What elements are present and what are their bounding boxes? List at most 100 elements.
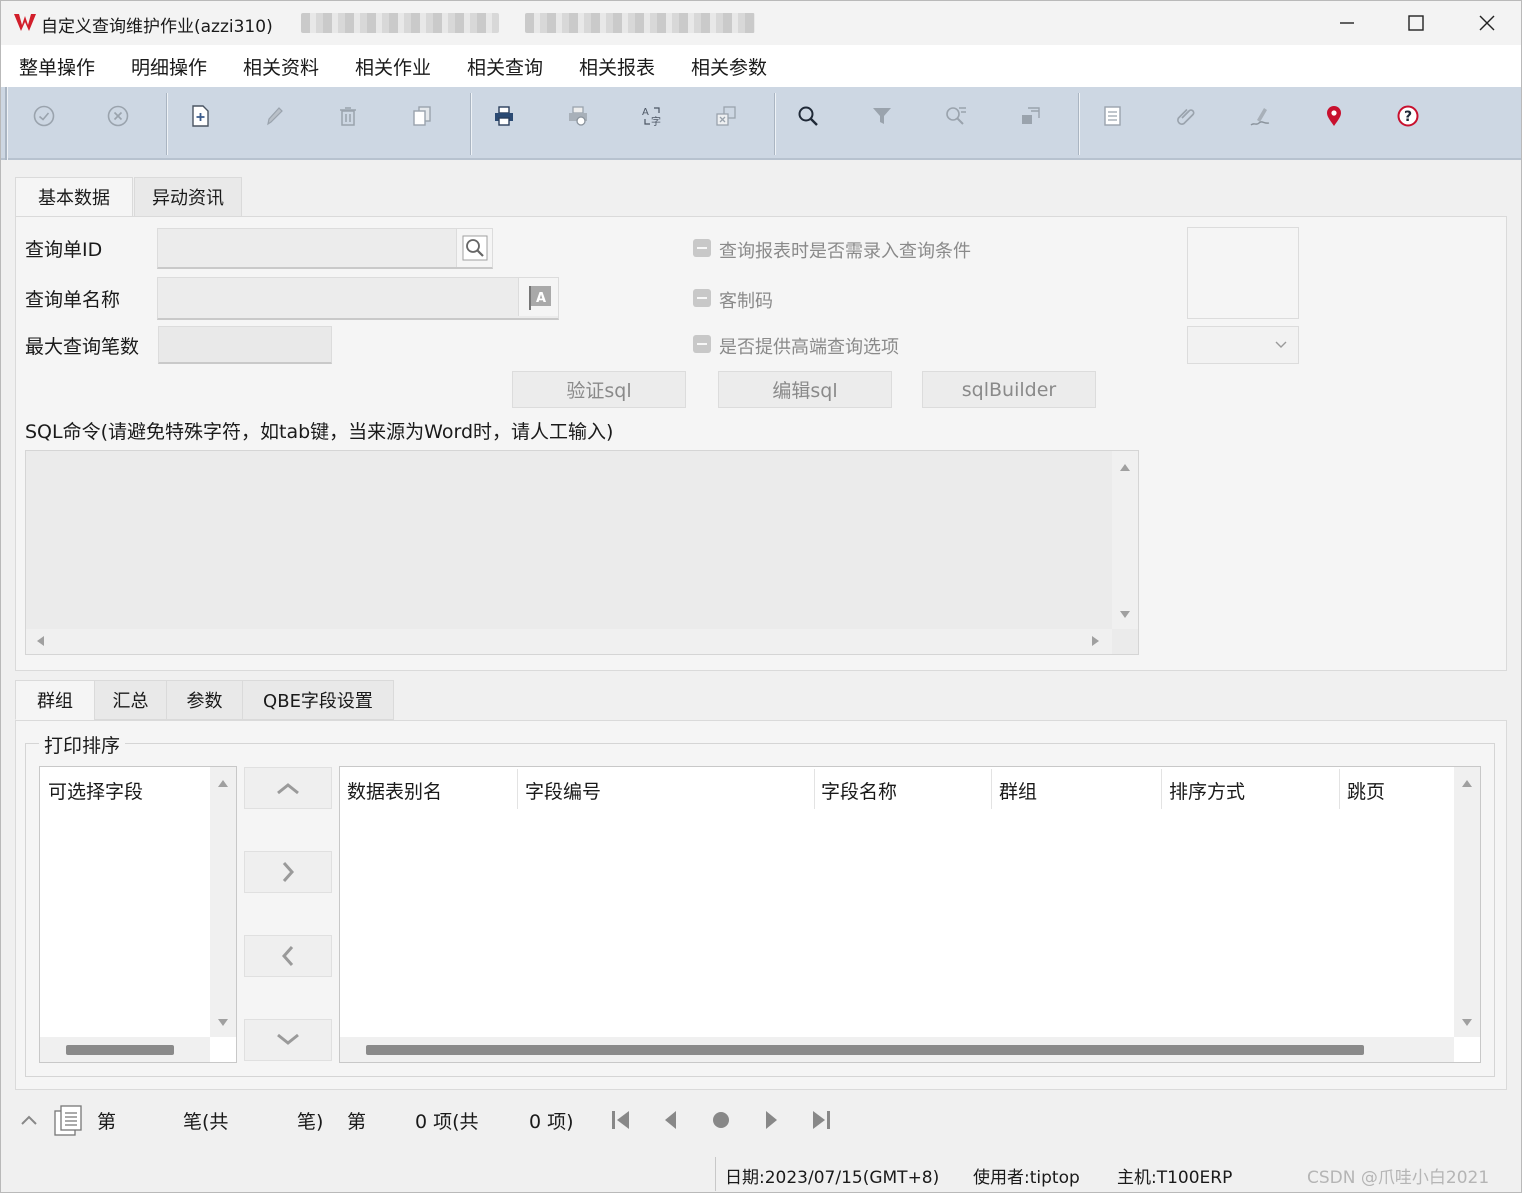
query-id-lookup-button[interactable] [456,229,492,267]
record-list-icon[interactable] [53,1105,83,1137]
delete-icon[interactable] [333,101,363,131]
scroll-up-icon[interactable] [218,779,228,787]
print-preview-icon[interactable] [563,101,593,131]
location-pin-icon[interactable] [1319,101,1349,131]
column-divider [1161,769,1162,809]
chevron-down-icon [1275,341,1287,348]
cancel-icon[interactable] [103,101,133,131]
tab-basic-data[interactable]: 基本数据 [15,177,133,217]
col-field-name[interactable]: 字段名称 [821,777,897,804]
sql-builder-button[interactable]: sqlBuilder [922,371,1096,408]
remove-field-button[interactable] [244,935,332,977]
chk-custom-code-label[interactable]: 客制码 [719,287,773,313]
new-doc-icon[interactable] [185,101,215,131]
chk-advanced-options-box[interactable] [693,335,711,353]
clear-query-icon[interactable] [1015,101,1045,131]
col-table-alias[interactable]: 数据表别名 [347,777,442,804]
available-vertical-scrollbar[interactable] [210,767,236,1037]
menu-related-reports[interactable]: 相关报表 [579,53,655,80]
max-rows-field[interactable] [158,326,332,364]
scroll-thumb[interactable] [366,1045,1364,1055]
edit-sql-button[interactable]: 编辑sql [718,371,892,408]
menu-related-queries[interactable]: 相关查询 [467,53,543,80]
menu-detail-ops[interactable]: 明细操作 [131,53,207,80]
available-fields-list[interactable]: 可选择字段 [39,766,237,1063]
chk-custom-code-box[interactable] [693,289,711,307]
add-field-button[interactable] [244,851,332,893]
close-button[interactable] [1467,9,1507,37]
column-divider [1339,769,1340,809]
tab-parameters[interactable]: 参数 [166,680,243,720]
menu-whole-order[interactable]: 整单操作 [19,53,95,80]
nav-record-prefix: 第 [97,1111,117,1133]
translate-icon[interactable]: A字 [637,101,667,131]
selected-fields-grid[interactable] [339,766,1481,1063]
col-field-code[interactable]: 字段编号 [525,777,601,804]
column-divider [991,769,992,809]
search-icon[interactable] [793,101,823,131]
scroll-down-icon[interactable] [1120,611,1130,619]
col-sort-order[interactable]: 排序方式 [1169,777,1245,804]
toolbar-grip [5,87,8,160]
notes-icon[interactable] [1097,101,1127,131]
menu-related-data[interactable]: 相关资料 [243,53,319,80]
confirm-icon[interactable] [29,101,59,131]
prev-record-icon[interactable] [659,1107,683,1133]
chk-advanced-options-label[interactable]: 是否提供高端查询选项 [719,333,899,359]
print-icon[interactable] [489,101,519,131]
collapse-icon[interactable] [17,1107,41,1133]
copy-icon[interactable] [407,101,437,131]
minimize-button[interactable] [1327,9,1367,37]
multilang-button[interactable]: A [518,278,558,316]
move-down-button[interactable] [244,1019,332,1061]
svg-text:A: A [535,291,545,306]
menu-related-params[interactable]: 相关参数 [691,53,767,80]
move-up-button[interactable] [244,767,332,809]
scroll-up-icon[interactable] [1120,463,1130,471]
last-record-icon[interactable] [809,1107,833,1133]
app-window: 自定义查询维护作业(azzi310) 整单操作 明细操作 相关资料 相关作业 相… [0,0,1522,1193]
scroll-thumb[interactable] [66,1045,174,1055]
scroll-down-icon[interactable] [1462,1019,1472,1027]
svg-text:A: A [642,107,649,118]
col-page-break[interactable]: 跳页 [1347,777,1385,804]
attachment-icon[interactable] [1171,101,1201,131]
tab-summary[interactable]: 汇总 [94,680,167,720]
sql-vertical-scrollbar[interactable] [1112,451,1138,629]
maximize-button[interactable] [1397,9,1437,37]
sign-icon[interactable] [1245,101,1275,131]
grid-vertical-scrollbar[interactable] [1454,767,1480,1037]
advanced-query-icon[interactable] [941,101,971,131]
grid-horizontal-scrollbar[interactable] [340,1037,1454,1062]
menu-related-jobs[interactable]: 相关作业 [355,53,431,80]
scroll-left-icon[interactable] [36,636,44,646]
query-name-field[interactable]: A [157,277,559,320]
next-record-icon[interactable] [759,1107,783,1133]
scroll-up-icon[interactable] [1462,779,1472,787]
first-record-icon[interactable] [609,1107,633,1133]
tab-group[interactable]: 群组 [15,680,95,720]
sql-horizontal-scrollbar[interactable] [26,629,1112,654]
chk-input-conditions-label[interactable]: 查询报表时是否需录入查询条件 [719,237,971,263]
lookup-search-icon [462,235,487,261]
validate-sql-button[interactable]: 验证sql [512,371,686,408]
help-icon[interactable]: ? [1393,101,1423,131]
tab-change-info[interactable]: 异动资讯 [134,177,242,217]
svg-text:?: ? [1404,109,1412,125]
sql-command-textarea[interactable] [25,450,1139,655]
scroll-down-icon[interactable] [218,1019,228,1027]
available-horizontal-scrollbar[interactable] [40,1037,210,1062]
toolbar-separator [470,93,472,155]
query-id-field[interactable] [157,228,493,269]
edit-icon[interactable] [259,101,289,131]
filter-icon[interactable] [867,101,897,131]
current-record-icon[interactable] [709,1107,733,1133]
toolbar: A字 ? [1,87,1521,160]
col-group[interactable]: 群组 [999,777,1037,804]
export-icon[interactable] [711,101,741,131]
title-bar[interactable]: 自定义查询维护作业(azzi310) [1,1,1521,45]
option-select[interactable] [1187,326,1299,364]
chk-input-conditions-box[interactable] [693,239,711,257]
scroll-right-icon[interactable] [1092,636,1100,646]
tab-qbe-fields[interactable]: QBE字段设置 [242,680,394,720]
